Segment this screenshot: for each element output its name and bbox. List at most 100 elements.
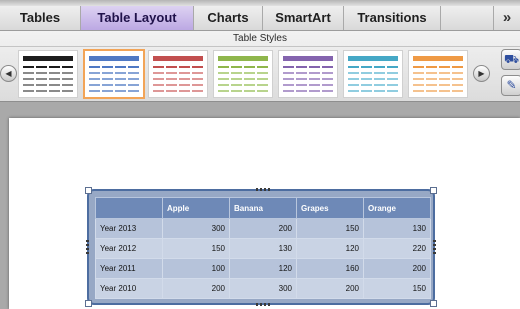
- eraser-icon[interactable]: ✎: [501, 75, 520, 96]
- style-header-bar: [153, 56, 203, 61]
- style-header-bar: [23, 56, 73, 61]
- table-row: Year 2012 150 130 120 220: [95, 238, 431, 259]
- resize-handle-top-left[interactable]: [85, 187, 92, 194]
- table-header-row: Apple Banana Grapes Orange: [95, 197, 431, 219]
- table-style-red[interactable]: [148, 50, 208, 98]
- row-label-cell[interactable]: Year 2012: [95, 238, 163, 259]
- slide-page: Apple Banana Grapes Orange Year 2013 300…: [9, 118, 520, 309]
- style-header-bar: [283, 56, 333, 61]
- resize-grip-left[interactable]: [86, 240, 89, 254]
- style-row-line: [218, 78, 268, 80]
- style-row-line: [413, 72, 463, 74]
- paint-bucket-icon[interactable]: ⛟: [501, 49, 520, 70]
- style-row-line: [89, 90, 139, 92]
- style-row-line: [153, 90, 203, 92]
- chevron-left-icon[interactable]: ◀: [0, 65, 17, 82]
- style-row-line: [23, 78, 73, 80]
- table-cell[interactable]: 200: [296, 278, 364, 299]
- header-cell[interactable]: Apple: [162, 197, 230, 219]
- style-row-line: [153, 72, 203, 74]
- style-row-line: [153, 78, 203, 80]
- resize-handle-bottom-left[interactable]: [85, 300, 92, 307]
- tab-table-layout[interactable]: Table Layout: [81, 6, 194, 30]
- tab-tables[interactable]: Tables: [0, 6, 81, 30]
- style-row-line: [348, 66, 398, 68]
- ribbon-tab-bar: Tables Table Layout Charts SmartArt Tran…: [0, 0, 520, 31]
- style-row-line: [283, 72, 333, 74]
- table-cell[interactable]: 200: [363, 258, 431, 279]
- row-label-cell[interactable]: Year 2011: [95, 258, 163, 279]
- row-label-cell[interactable]: Year 2013: [95, 218, 163, 239]
- table-cell[interactable]: 200: [162, 278, 230, 299]
- chevron-right-icon[interactable]: ▶: [473, 65, 490, 82]
- tab-smartart[interactable]: SmartArt: [263, 6, 344, 30]
- style-row-line: [283, 66, 333, 68]
- resize-handle-bottom-right[interactable]: [430, 300, 437, 307]
- document-canvas: Apple Banana Grapes Orange Year 2013 300…: [0, 102, 520, 309]
- header-cell-corner[interactable]: [95, 197, 163, 219]
- style-row-line: [413, 66, 463, 68]
- style-row-line: [23, 66, 73, 68]
- style-row-line: [89, 66, 139, 68]
- table-cell[interactable]: 160: [296, 258, 364, 279]
- table-cell[interactable]: 120: [296, 238, 364, 259]
- tab-charts[interactable]: Charts: [194, 6, 263, 30]
- style-row-line: [218, 72, 268, 74]
- style-row-line: [23, 72, 73, 74]
- table-cell[interactable]: 220: [363, 238, 431, 259]
- style-row-line: [283, 84, 333, 86]
- header-cell[interactable]: Banana: [229, 197, 297, 219]
- table-style-orange[interactable]: [408, 50, 468, 98]
- table-row: Year 2010 200 300 200 150: [95, 278, 431, 299]
- header-cell[interactable]: Orange: [363, 197, 431, 219]
- table-cell[interactable]: 200: [229, 218, 297, 239]
- style-row-line: [348, 72, 398, 74]
- style-row-line: [218, 90, 268, 92]
- table-cell[interactable]: 150: [162, 238, 230, 259]
- style-row-line: [89, 72, 139, 74]
- style-header-bar: [218, 56, 268, 61]
- table-cell[interactable]: 150: [363, 278, 431, 299]
- style-row-line: [413, 90, 463, 92]
- table-cell[interactable]: 100: [162, 258, 230, 279]
- table-cell[interactable]: 130: [363, 218, 431, 239]
- table-cell[interactable]: 300: [162, 218, 230, 239]
- style-row-line: [413, 84, 463, 86]
- style-header-bar: [413, 56, 463, 61]
- resize-grip-right[interactable]: [433, 240, 436, 254]
- more-tabs-button[interactable]: »: [493, 6, 520, 30]
- header-cell[interactable]: Grapes: [296, 197, 364, 219]
- table-cell[interactable]: 150: [296, 218, 364, 239]
- tab-transitions[interactable]: Transitions: [344, 6, 441, 30]
- table-style-purple[interactable]: [278, 50, 338, 98]
- table-row: Year 2013 300 200 150 130: [95, 218, 431, 239]
- style-row-line: [283, 78, 333, 80]
- table-style-teal[interactable]: [343, 50, 403, 98]
- table-style-blue[interactable]: [83, 49, 145, 99]
- style-row-line: [89, 78, 139, 80]
- row-label-cell[interactable]: Year 2010: [95, 278, 163, 299]
- style-row-line: [23, 84, 73, 86]
- style-row-line: [218, 66, 268, 68]
- style-row-line: [348, 78, 398, 80]
- table-styles-title: Table Styles: [0, 31, 520, 47]
- table-style-black[interactable]: [18, 50, 78, 98]
- table-styles-group: Table Styles ◀ ▶ ⛟ ✎: [0, 31, 520, 102]
- style-row-line: [348, 90, 398, 92]
- data-table[interactable]: Apple Banana Grapes Orange Year 2013 300…: [95, 197, 431, 299]
- table-cell[interactable]: 130: [229, 238, 297, 259]
- style-row-line: [23, 90, 73, 92]
- table-cell[interactable]: 120: [229, 258, 297, 279]
- resize-grip-bottom[interactable]: [256, 303, 270, 306]
- style-header-bar: [348, 56, 398, 61]
- table-style-green[interactable]: [213, 50, 273, 98]
- selected-table[interactable]: Apple Banana Grapes Orange Year 2013 300…: [85, 187, 437, 307]
- style-row-line: [413, 78, 463, 80]
- style-row-line: [218, 84, 268, 86]
- table-cell[interactable]: 300: [229, 278, 297, 299]
- resize-grip-top[interactable]: [256, 188, 270, 191]
- style-header-bar: [89, 56, 139, 61]
- table-row: Year 2011 100 120 160 200: [95, 258, 431, 279]
- style-row-line: [348, 84, 398, 86]
- resize-handle-top-right[interactable]: [430, 187, 437, 194]
